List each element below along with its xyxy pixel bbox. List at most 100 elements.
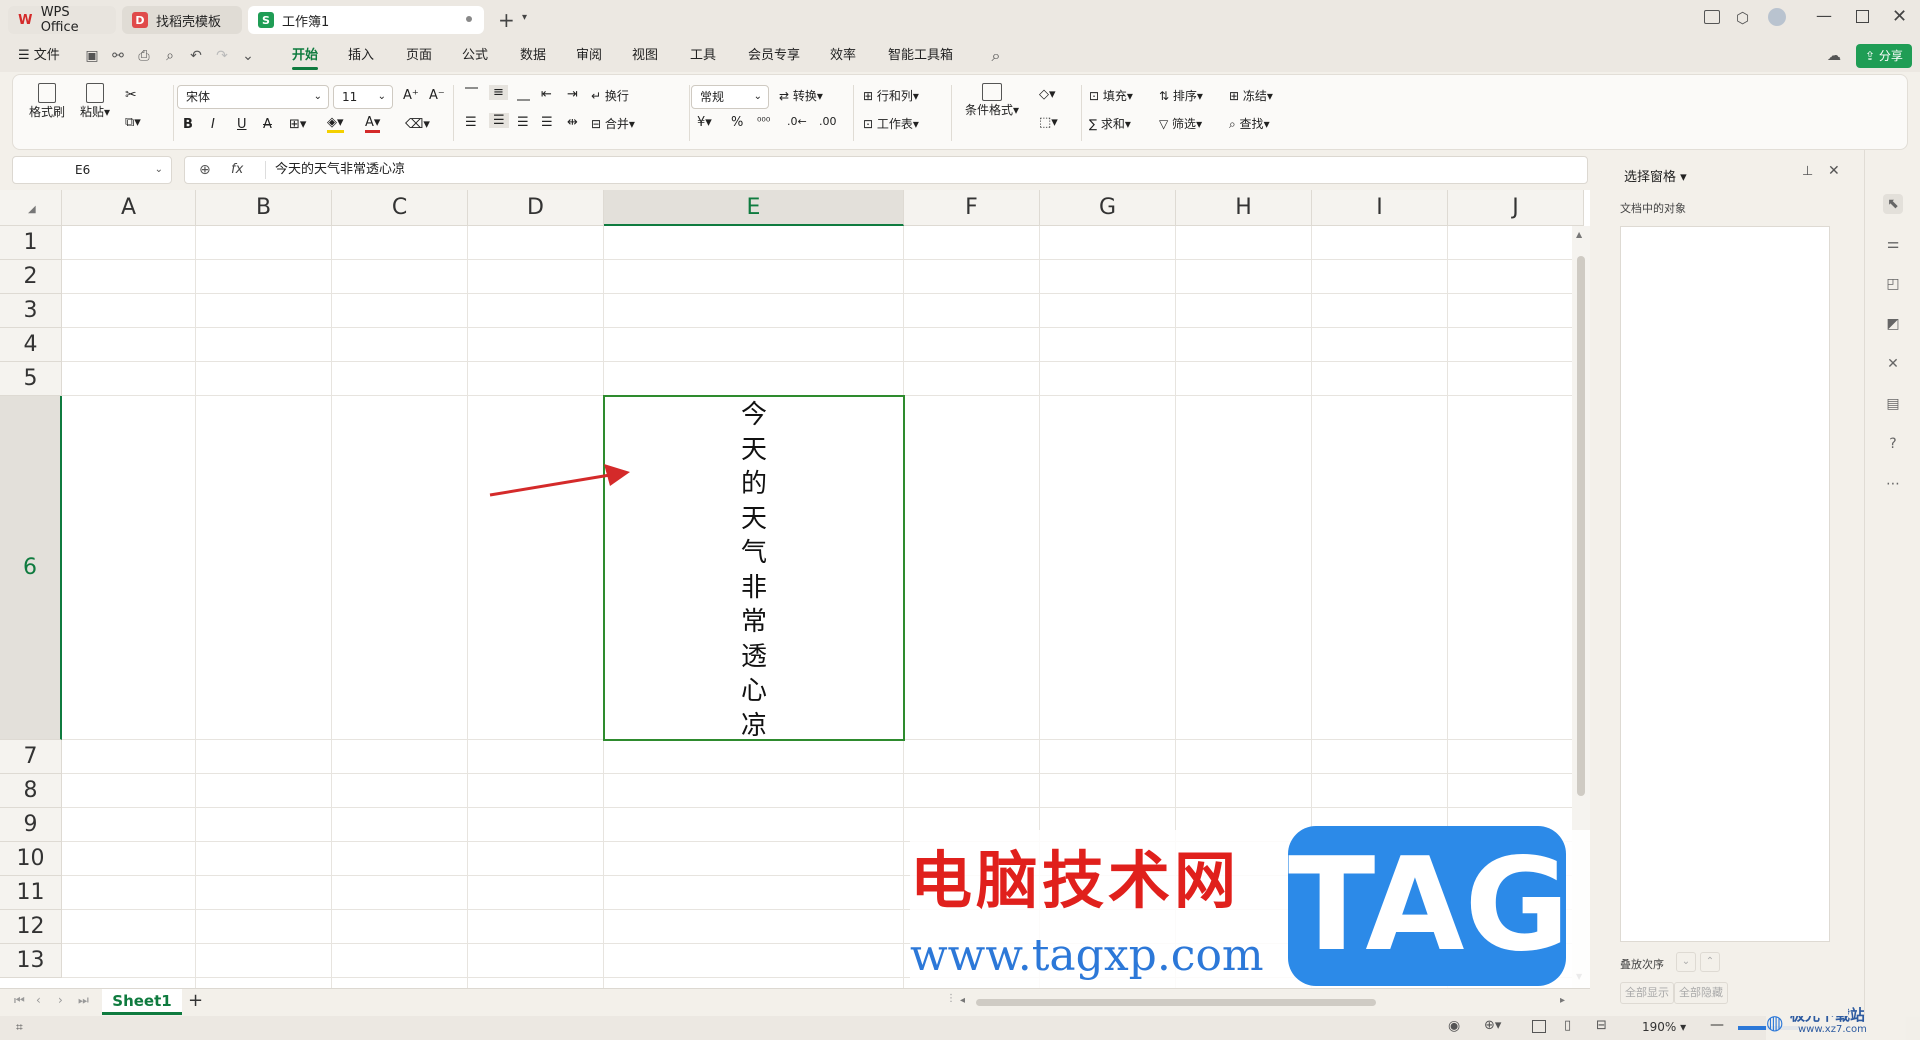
sum-button[interactable]: ∑ 求和▾	[1089, 115, 1131, 132]
column-header-d[interactable]: D	[468, 190, 604, 226]
preview-icon[interactable]: ⌕	[162, 48, 178, 64]
move-down-icon[interactable]: ⌄	[1676, 952, 1696, 972]
comment-icon[interactable]: ◰	[1883, 274, 1903, 294]
cut-icon[interactable]: ✂	[125, 87, 137, 103]
minimize-icon[interactable]: —	[1816, 6, 1832, 25]
column-header-e[interactable]: E	[604, 190, 904, 226]
align-center-icon[interactable]: ☰	[489, 113, 509, 128]
tab-wps-office[interactable]: W WPS Office	[8, 5, 116, 35]
find-button[interactable]: ⌕ 查找▾	[1229, 115, 1270, 132]
freeze-button[interactable]: ⊞ 冻结▾	[1229, 87, 1273, 104]
row-header-7[interactable]: 7	[0, 740, 62, 774]
page-layout-icon[interactable]: ▯	[1564, 1018, 1571, 1033]
restore-icon[interactable]	[1856, 10, 1869, 23]
indent-decrease-icon[interactable]: ⇤	[541, 87, 552, 102]
column-header-i[interactable]: I	[1312, 190, 1448, 226]
thousands-icon[interactable]: ⁰⁰⁰	[757, 115, 770, 128]
normal-view-icon[interactable]	[1532, 1020, 1546, 1033]
save-icon[interactable]: ▣	[84, 48, 100, 64]
close-pane-icon[interactable]: ✕	[1828, 163, 1840, 179]
align-right-icon[interactable]: ☰	[517, 115, 529, 130]
redo-icon[interactable]: ↷	[214, 48, 230, 64]
fill-button[interactable]: ⊡ 填充▾	[1089, 87, 1133, 104]
menu-page[interactable]: 页面	[406, 40, 432, 72]
undo-icon[interactable]: ↶	[188, 48, 204, 64]
link-icon[interactable]: ⚯	[110, 48, 126, 64]
percent-button[interactable]: %	[731, 115, 743, 130]
close-window-icon[interactable]: ✕	[1892, 6, 1907, 27]
row-header-4[interactable]: 4	[0, 328, 62, 362]
filter-button[interactable]: ▽ 筛选▾	[1159, 115, 1202, 132]
font-color-icon[interactable]: A▾	[365, 115, 381, 133]
new-tab-icon[interactable]: +	[498, 8, 515, 32]
sheet-tab-sheet1[interactable]: Sheet1	[102, 989, 182, 1015]
help-icon[interactable]: ?	[1883, 434, 1903, 454]
eye-protect-icon[interactable]: ◉	[1448, 1018, 1460, 1034]
row-header-6[interactable]: 6	[0, 396, 62, 740]
row-header-9[interactable]: 9	[0, 808, 62, 842]
number-format-select[interactable]: 常规 ⌄	[691, 85, 769, 109]
align-top-icon[interactable]: ⎺	[465, 87, 478, 102]
currency-button[interactable]: ¥▾	[697, 115, 712, 130]
hscroll-left-icon[interactable]: ◂	[960, 995, 965, 1006]
chart-assist-icon[interactable]: ◩	[1883, 314, 1903, 334]
share-button[interactable]: ⇪ 分享	[1856, 44, 1912, 68]
column-header-a[interactable]: A	[62, 190, 196, 226]
font-shrink-icon[interactable]: A⁻	[429, 88, 445, 103]
row-header-10[interactable]: 10	[0, 842, 62, 876]
menu-member[interactable]: 会员专享	[748, 40, 800, 72]
book-icon[interactable]: ▤	[1883, 394, 1903, 414]
menu-insert[interactable]: 插入	[348, 40, 374, 72]
layout-icon[interactable]	[1704, 10, 1720, 24]
file-menu[interactable]: ☰ 文件	[18, 40, 60, 72]
pane-title[interactable]: 选择窗格 ▾	[1624, 166, 1687, 185]
decimal-increase-icon[interactable]: .0←	[787, 115, 807, 128]
decimal-decrease-icon[interactable]: .00	[819, 115, 837, 128]
font-name-select[interactable]: 宋体 ⌄	[177, 85, 329, 109]
last-sheet-icon[interactable]: ⏭	[78, 993, 89, 1008]
column-header-b[interactable]: B	[196, 190, 332, 226]
fill-color-icon[interactable]: ◈▾	[327, 115, 344, 133]
justify-icon[interactable]: ☰	[541, 115, 553, 130]
cell-border-icon[interactable]: ⬚▾	[1039, 115, 1058, 130]
move-up-icon[interactable]: ⌃	[1700, 952, 1720, 972]
search-icon[interactable]: ⌕	[988, 48, 1004, 64]
first-sheet-icon[interactable]: ⏮	[14, 993, 25, 1008]
row-header-13[interactable]: 13	[0, 944, 62, 978]
add-sheet-button[interactable]: +	[188, 990, 203, 1011]
objects-list[interactable]	[1620, 226, 1830, 942]
copy-icon[interactable]: ⧉▾	[125, 115, 141, 130]
row-header-11[interactable]: 11	[0, 876, 62, 910]
eraser-icon[interactable]: ⌫▾	[405, 117, 430, 132]
distribute-icon[interactable]: ⇹	[567, 115, 578, 130]
prev-sheet-icon[interactable]: ‹	[36, 993, 41, 1007]
cloud-icon[interactable]: ☁	[1826, 48, 1842, 64]
more-icon[interactable]: ⋯	[1883, 474, 1903, 494]
merge-button[interactable]: ⊟ 合并▾	[591, 115, 635, 132]
conditional-format-button[interactable]: 条件格式▾	[961, 83, 1023, 118]
column-header-h[interactable]: H	[1176, 190, 1312, 226]
paste-button[interactable]: 粘贴▾	[77, 83, 113, 120]
zoom-out-icon[interactable]: —	[1710, 1017, 1724, 1033]
rows-cols-button[interactable]: ⊞ 行和列▾	[863, 87, 919, 104]
indent-increase-icon[interactable]: ⇥	[567, 87, 578, 102]
formula-input[interactable]: ⊕ fx 今天的天气非常透心凉	[184, 156, 1588, 184]
name-box[interactable]: E6 ⌄	[12, 156, 172, 184]
hide-all-button[interactable]: 全部隐藏	[1674, 982, 1728, 1004]
macro-icon[interactable]: ⌗	[16, 1020, 23, 1035]
properties-icon[interactable]: ⚌	[1883, 234, 1903, 254]
pin-icon[interactable]: ⊥	[1802, 164, 1813, 179]
select-all-corner[interactable]: ◢	[0, 190, 62, 226]
row-header-12[interactable]: 12	[0, 910, 62, 944]
select-pointer-icon[interactable]: ⬉	[1883, 194, 1903, 214]
page-break-icon[interactable]: ⊟	[1596, 1018, 1607, 1033]
hscroll-right-icon[interactable]: ▸	[1560, 995, 1565, 1006]
align-left-icon[interactable]: ☰	[465, 115, 477, 130]
horizontal-scrollbar-thumb[interactable]	[976, 999, 1376, 1006]
scrollbar-thumb[interactable]	[1577, 256, 1585, 796]
fx-icon[interactable]: fx	[231, 157, 243, 183]
column-header-g[interactable]: G	[1040, 190, 1176, 226]
spreadsheet-grid[interactable]: ◢ ABCDEFGHIJ 1 2 3 4 5 6 7 8 9 10 11 12 13 今天的天气非常透心…	[0, 190, 1590, 988]
tab-list-chevron-icon[interactable]: ▾	[522, 12, 527, 23]
row-header-2[interactable]: 2	[0, 260, 62, 294]
